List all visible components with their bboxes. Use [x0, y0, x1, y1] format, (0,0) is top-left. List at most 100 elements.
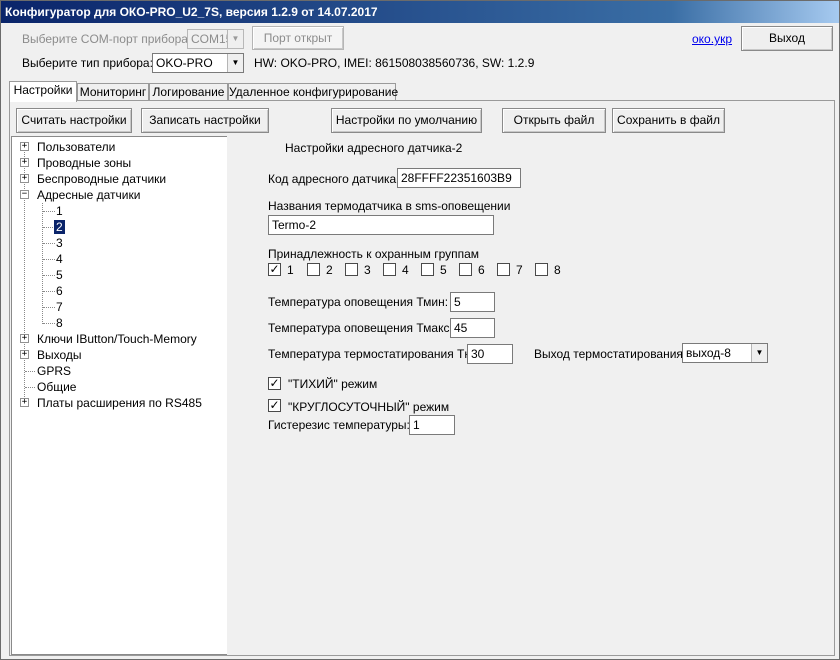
sensor-name-label: Названия термодатчика в sms-оповещении [268, 199, 511, 213]
tree-item-label: Адресные датчики [37, 188, 141, 202]
tree-connector [25, 371, 35, 372]
group-8-checkbox[interactable] [535, 263, 548, 276]
tree-item-label: Проводные зоны [37, 156, 132, 170]
group-7-label: 7 [516, 263, 523, 277]
group-5-checkbox[interactable] [421, 263, 434, 276]
tree-item-label: 3 [56, 236, 63, 250]
tree-item-sensor-8[interactable]: 8 [56, 315, 63, 331]
tab-settings[interactable]: Настройки [9, 81, 77, 102]
device-type-value: OKO-PRO [156, 56, 213, 70]
tmin-label: Температура оповещения Тмин: [268, 295, 449, 309]
thermostat-output-label: Выход термостатирования: [534, 347, 687, 361]
tree-item-sensor-1[interactable]: 1 [56, 203, 63, 219]
app-window: Конфигуратор для ОКО-PRO_U2_7S, версия 1… [0, 0, 840, 660]
port-open-button[interactable]: Порт открыт [252, 26, 344, 50]
group-8-label: 8 [554, 263, 561, 277]
security-groups-label: Принадлежность к охранным группам [268, 247, 480, 261]
group-4-label: 4 [402, 263, 409, 277]
tmin-input[interactable]: 5 [450, 292, 495, 312]
thermostat-temp-label: Температура термостатирования Тн: [268, 347, 475, 361]
window-title: Конфигуратор для ОКО-PRO_U2_7S, версия 1… [5, 5, 378, 19]
write-settings-button[interactable]: Записать настройки [141, 108, 269, 133]
device-type-select[interactable]: OKO-PRO ▼ [152, 53, 244, 73]
tree-connector [43, 275, 55, 276]
group-2-label: 2 [326, 263, 333, 277]
tree-item-label: Общие [37, 380, 77, 394]
hysteresis-label: Гистерезис температуры: [268, 418, 410, 432]
default-settings-button[interactable]: Настройки по умолчанию [331, 108, 482, 133]
chevron-down-icon: ▼ [751, 344, 767, 362]
tree-item-label: Пользователи [37, 140, 116, 154]
hysteresis-input[interactable]: 1 [409, 415, 455, 435]
group-4-checkbox[interactable] [383, 263, 396, 276]
expand-plus-icon[interactable]: + [20, 158, 29, 167]
tab-monitoring[interactable]: Мониторинг [77, 83, 149, 101]
title-bar: Конфигуратор для ОКО-PRO_U2_7S, версия 1… [1, 1, 839, 23]
tree-item-label: Беспроводные датчики [37, 172, 167, 186]
tree-item-gprs[interactable]: GPRS [37, 363, 71, 379]
tree-connector [43, 211, 55, 212]
group-6-checkbox[interactable] [459, 263, 472, 276]
save-file-button[interactable]: Сохранить в файл [612, 108, 725, 133]
tree-item-common[interactable]: Общие [37, 379, 76, 395]
allday-mode-checkbox[interactable]: ✓ [268, 399, 281, 412]
tree-item-label: 4 [56, 252, 63, 266]
tree-item-label: Платы расширения по RS485 [37, 396, 202, 410]
tree-item-label: 5 [56, 268, 63, 282]
com-port-select[interactable]: COM15 ▼ [187, 29, 244, 49]
website-link[interactable]: око.укр [692, 32, 732, 46]
tmax-label: Температура оповещения Тмакс: [268, 321, 453, 335]
silent-mode-checkbox[interactable]: ✓ [268, 377, 281, 390]
expand-plus-icon[interactable]: + [20, 334, 29, 343]
group-3-label: 3 [364, 263, 371, 277]
exit-button[interactable]: Выход [741, 26, 833, 51]
thermostat-output-value: выход-8 [686, 346, 731, 360]
collapse-minus-icon[interactable]: − [20, 190, 29, 199]
tree-item-sensor-3[interactable]: 3 [56, 235, 63, 251]
tree-item-label: 6 [56, 284, 63, 298]
expand-plus-icon[interactable]: + [20, 174, 29, 183]
tree-item-sensor-2[interactable]: 2 [54, 219, 65, 235]
hardware-info: HW: OKO-PRO, IMEI: 861508038560736, SW: … [254, 56, 535, 70]
tree-connector [43, 259, 55, 260]
expand-plus-icon[interactable]: + [20, 350, 29, 359]
thermostat-temp-input[interactable]: 30 [467, 344, 513, 364]
group-1-checkbox[interactable]: ✓ [268, 263, 281, 276]
silent-mode-label: "ТИХИЙ" режим [288, 377, 378, 391]
tmax-input[interactable]: 45 [450, 318, 495, 338]
tree-item-label: Выходы [37, 348, 82, 362]
tree-item-sensor-6[interactable]: 6 [56, 283, 63, 299]
panel-splitter[interactable] [227, 136, 231, 655]
thermostat-output-select[interactable]: выход-8 ▼ [682, 343, 768, 363]
group-6-label: 6 [478, 263, 485, 277]
expand-plus-icon[interactable]: + [20, 142, 29, 151]
tree-item-label: 2 [54, 220, 65, 234]
group-1-label: 1 [287, 263, 294, 277]
tree-connector [25, 387, 35, 388]
group-3-checkbox[interactable] [345, 263, 358, 276]
sensor-code-label: Код адресного датчика: [268, 172, 400, 186]
tree-item-sensor-4[interactable]: 4 [56, 251, 63, 267]
tree-connector [43, 243, 55, 244]
tree-item-label: 1 [56, 204, 63, 218]
tree-connector [43, 291, 55, 292]
chevron-down-icon: ▼ [227, 30, 243, 48]
settings-tree[interactable]: + Пользователи + Проводные зоны + Беспро… [11, 136, 228, 655]
device-type-label: Выберите тип прибора: [22, 56, 153, 70]
tree-connector [43, 323, 55, 324]
sensor-code-input[interactable]: 28FFFF22351603B9 [397, 168, 521, 188]
sensor-settings-heading: Настройки адресного датчика-2 [285, 141, 463, 155]
expand-plus-icon[interactable]: + [20, 398, 29, 407]
tab-logging[interactable]: Логирование [149, 83, 228, 101]
tab-remote-config[interactable]: Удаленное конфигурирование [228, 83, 398, 101]
read-settings-button[interactable]: Считать настройки [16, 108, 132, 133]
tree-item-label: Ключи IButton/Touch-Memory [37, 332, 197, 346]
tree-connector [43, 307, 55, 308]
tree-item-label: GPRS [37, 364, 72, 378]
tree-item-sensor-5[interactable]: 5 [56, 267, 63, 283]
tree-item-sensor-7[interactable]: 7 [56, 299, 63, 315]
group-7-checkbox[interactable] [497, 263, 510, 276]
open-file-button[interactable]: Открыть файл [502, 108, 606, 133]
sensor-name-input[interactable]: Termo-2 [268, 215, 494, 235]
group-2-checkbox[interactable] [307, 263, 320, 276]
